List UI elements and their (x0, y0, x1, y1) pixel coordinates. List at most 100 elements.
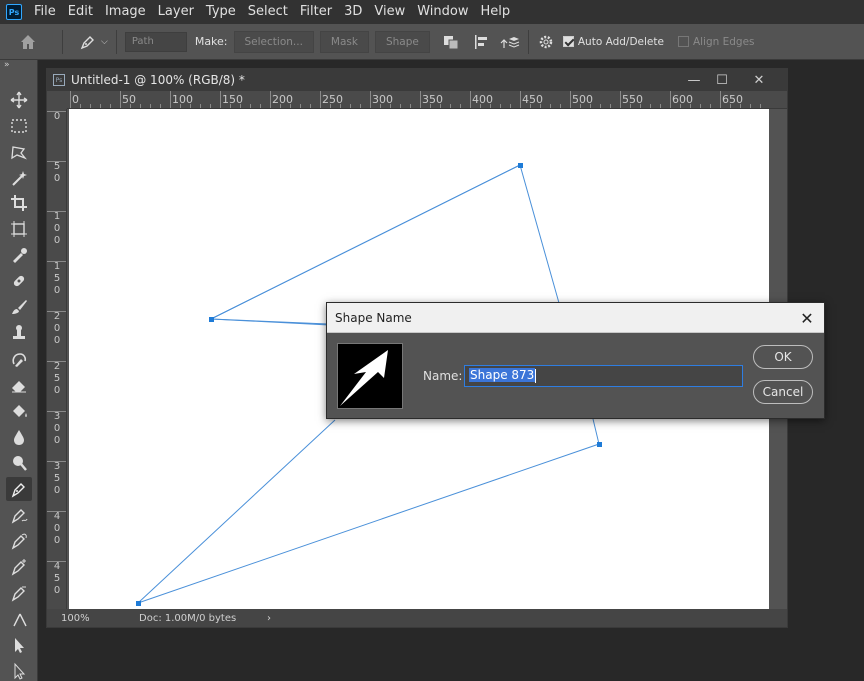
paint-bucket-tool[interactable] (6, 399, 32, 423)
ruler-label: 50 (122, 93, 136, 106)
ruler-label: 50 (53, 161, 61, 184)
magic-wand-tool[interactable] (6, 166, 32, 190)
ruler-minor-tick (610, 104, 611, 108)
direct-selection-tool[interactable] (6, 659, 32, 681)
history-brush-icon (12, 353, 27, 367)
brush-tool[interactable] (6, 295, 32, 319)
menu-help[interactable]: Help (475, 0, 517, 24)
ruler-minor-tick (540, 104, 541, 108)
ruler-tick (570, 91, 571, 108)
marquee-tool[interactable] (6, 114, 32, 138)
menu-select[interactable]: Select (242, 0, 294, 24)
ruler-tick (47, 561, 66, 562)
ruler-minor-tick (210, 104, 211, 108)
anchor-point[interactable] (209, 317, 214, 322)
auto-add-delete-checkbox[interactable] (562, 36, 574, 47)
align-edges-checkbox[interactable] (677, 36, 689, 47)
shape-name-input[interactable]: Shape 873 (464, 365, 743, 387)
menu-bar: Ps File Edit Image Layer Type Select Filter 3D V… (0, 0, 864, 24)
freeform-pen-icon (11, 509, 28, 524)
lasso-icon (11, 146, 27, 160)
history-brush-tool[interactable] (6, 347, 32, 371)
document-tab[interactable]: Ps Untitled-1 @ 100% (RGB/8) * (47, 69, 787, 91)
path-arrangement-icon[interactable] (500, 33, 520, 51)
anchor-point[interactable] (136, 601, 141, 606)
freeform-pen-tool[interactable] (6, 503, 32, 527)
make-mask-button[interactable]: Mask (319, 30, 369, 53)
ok-button[interactable]: OK (753, 345, 813, 369)
menu-items: File Edit Image Layer Type Select Filter 3D View… (28, 0, 516, 24)
curvature-pen-tool[interactable] (6, 529, 32, 553)
menu-view[interactable]: View (368, 0, 411, 24)
eraser-tool[interactable] (6, 373, 32, 397)
maximize-icon[interactable]: ☐ (707, 69, 737, 91)
ruler-minor-tick (240, 104, 241, 108)
cancel-button[interactable]: Cancel (753, 380, 813, 404)
pen-icon (80, 35, 94, 49)
gear-icon[interactable] (537, 33, 555, 51)
menu-layer[interactable]: Layer (152, 0, 200, 24)
clone-stamp-tool[interactable] (6, 321, 32, 345)
path-mode-dropdown[interactable]: Path (124, 31, 187, 52)
path-selection-tool[interactable] (6, 633, 32, 657)
anchor-point[interactable] (597, 442, 602, 447)
tool-preset-picker[interactable]: ⌵ (79, 33, 108, 51)
home-icon[interactable] (18, 32, 38, 52)
move-tool[interactable] (6, 88, 32, 112)
zoom-level[interactable]: 100% (61, 613, 131, 624)
path-alignment-icon[interactable] (472, 33, 490, 51)
ruler-minor-tick (250, 104, 251, 108)
crop-tool[interactable] (6, 191, 32, 215)
anchor-point[interactable] (518, 163, 523, 168)
close-icon[interactable]: ✕ (744, 69, 774, 91)
pen-tool[interactable] (6, 477, 32, 501)
lasso-tool[interactable] (6, 140, 32, 164)
ruler-tick (520, 91, 521, 108)
menu-filter[interactable]: Filter (294, 0, 338, 24)
ruler-tick (670, 91, 671, 108)
horizontal-ruler[interactable]: 0 50 100 150 200 250 300 350 400 450 500 550 600 650 (67, 91, 787, 109)
vertical-ruler[interactable]: 0 50 100 150 200 250 300 350 400 450 (47, 109, 67, 609)
tools-panel: » (0, 60, 38, 681)
convert-point-tool[interactable] (6, 607, 32, 631)
menu-window[interactable]: Window (411, 0, 474, 24)
work-path-segment[interactable] (210, 318, 330, 326)
work-path-segment[interactable] (137, 418, 600, 604)
blur-tool[interactable] (6, 425, 32, 449)
ruler-minor-tick (280, 104, 281, 108)
shape-name-dialog: Shape Name ✕ Name: Shape 873 OK Cancel (326, 302, 825, 419)
work-path-segment[interactable] (210, 164, 560, 320)
status-menu-arrow[interactable]: › (267, 613, 271, 624)
menu-3d[interactable]: 3D (338, 0, 368, 24)
make-shape-button[interactable]: Shape (374, 30, 430, 53)
ruler-tick (47, 411, 66, 412)
close-icon[interactable]: ✕ (798, 309, 816, 328)
make-selection-button[interactable]: Selection... (233, 30, 314, 53)
menu-type[interactable]: Type (200, 0, 242, 24)
eyedropper-tool[interactable] (6, 243, 32, 267)
healing-brush-tool[interactable] (6, 269, 32, 293)
menu-edit[interactable]: Edit (62, 0, 99, 24)
ruler-minor-tick (360, 104, 361, 108)
add-anchor-tool[interactable] (6, 555, 32, 579)
minimize-icon[interactable]: — (679, 69, 709, 91)
ruler-minor-tick (580, 104, 581, 108)
ruler-minor-tick (710, 104, 711, 108)
dodge-tool[interactable] (6, 451, 32, 475)
ruler-minor-tick (690, 104, 691, 108)
menu-file[interactable]: File (28, 0, 62, 24)
delete-anchor-tool[interactable] (6, 581, 32, 605)
ruler-minor-tick (310, 104, 311, 108)
path-selection-icon (15, 638, 24, 653)
status-bar: 100% Doc: 1.00M/0 bytes › (47, 609, 787, 627)
ruler-origin[interactable] (47, 91, 67, 109)
path-operations-icon[interactable] (442, 33, 460, 51)
separator (115, 29, 117, 54)
delete-anchor-icon (11, 586, 26, 602)
frame-tool[interactable] (6, 217, 32, 241)
blur-icon (14, 430, 24, 445)
collapse-toolbar-icon[interactable]: » (0, 60, 37, 72)
work-path[interactable] (210, 164, 521, 325)
marquee-icon (11, 119, 27, 133)
menu-image[interactable]: Image (99, 0, 152, 24)
